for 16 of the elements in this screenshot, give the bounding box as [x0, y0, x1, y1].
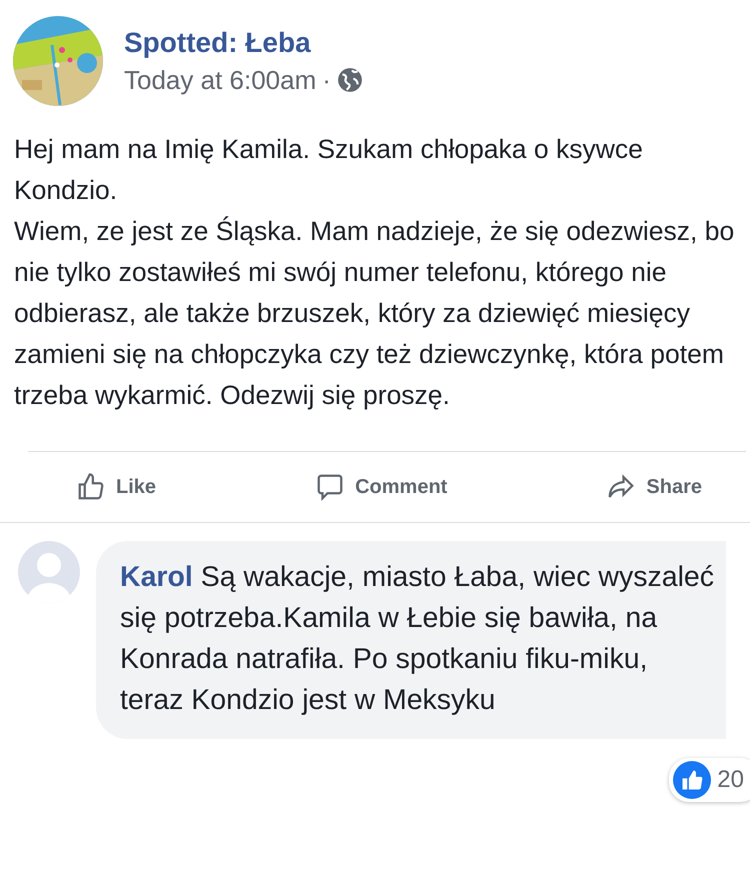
comment-text: Karol Są wakacje, miasto Łaba, wiec wyszaleć się potrzeba.Kamila w Łebie się bawiła, na Konrada natrafiła. Po spotkaniu fiku-miku, teraz Kondzio jest w Meksyku [120, 561, 714, 716]
dot-separator: · [322, 64, 331, 96]
like-button[interactable]: Like [76, 472, 156, 502]
comment-button[interactable]: Comment [315, 472, 448, 502]
thumbs-up-icon [76, 472, 106, 502]
post-text: Wiem, ze jest ze Śląska. Mam nadzieje, że się odezwiesz, bo nie tylko zostawiłeś mi swój numer telefonu, którego nie odbierasz, ale także brzuszek, który za dziewięć miesięcy zamieni się na chłopczyka czy też dziewczynkę, która potem trzeba wykarmić. Odezwij się proszę. [14, 215, 736, 412]
reaction-count: 20 [717, 766, 744, 794]
page-name[interactable]: Spotted: Łeba [124, 26, 363, 58]
reaction-badge[interactable]: 20 [669, 758, 750, 802]
commenter-name[interactable]: Karol [120, 561, 193, 593]
post-text: Hej mam na Imię Kamila. Szukam chłopaka o ksywce Kondzio. [14, 133, 644, 207]
speech-bubble-icon [315, 472, 346, 502]
like-reaction-icon [673, 761, 712, 799]
share-button[interactable]: Share [606, 472, 702, 502]
post-time[interactable]: Today at 6:00am [124, 64, 316, 96]
globe-icon [336, 67, 363, 93]
